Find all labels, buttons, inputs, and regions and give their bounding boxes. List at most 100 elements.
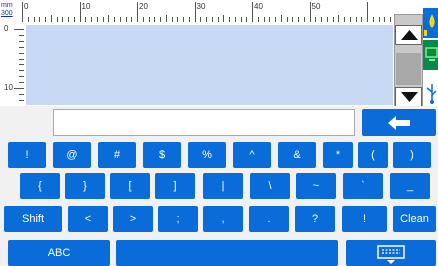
symbol-key[interactable]: _: [390, 173, 430, 199]
left-ruler-tick: [14, 29, 24, 30]
left-ruler-tick: [19, 34, 24, 36]
symbol-key[interactable]: ^: [233, 142, 271, 168]
ruler-tick: [206, 17, 207, 22]
symbol-key[interactable]: \: [250, 173, 290, 199]
key-label: $: [158, 149, 166, 161]
abc-key-label: ABC: [47, 247, 71, 259]
key-label: ;: [176, 213, 180, 225]
ruler-tick: [171, 17, 173, 22]
ruler-unit-mm: mm: [1, 2, 13, 9]
symbol-key[interactable]: `: [343, 173, 383, 199]
print-editor-area[interactable]: [26, 25, 393, 105]
left-ruler-tick: [19, 58, 24, 60]
key-label: ,: [221, 213, 225, 225]
key-label: {: [38, 180, 42, 192]
ruler-tick: [211, 17, 213, 22]
symbol-key[interactable]: ?: [295, 206, 335, 232]
key-label: (: [371, 149, 375, 161]
ruler-tick: [45, 17, 46, 22]
space-key[interactable]: [116, 240, 338, 266]
ruler-tick: [165, 15, 167, 22]
usb-button[interactable]: [423, 80, 438, 106]
scroll-thumb[interactable]: [396, 53, 421, 85]
ruler-tick: [194, 2, 196, 22]
key-label: !: [362, 213, 367, 225]
monitor-button[interactable]: [423, 40, 438, 70]
ruler-tick: [85, 17, 87, 22]
symbol-key[interactable]: ,: [203, 206, 243, 232]
symbol-key[interactable]: #: [98, 142, 136, 168]
backspace-arrow-icon: [388, 115, 410, 130]
symbol-key[interactable]: ): [393, 142, 431, 168]
symbol-key[interactable]: %: [188, 142, 226, 168]
key-label: %: [202, 149, 212, 161]
ruler-tick: [131, 17, 133, 22]
ruler-tick: [79, 2, 81, 22]
vertical-scrollbar[interactable]: [394, 14, 423, 107]
symbol-key[interactable]: *: [323, 142, 353, 168]
ruler-tick: [269, 17, 271, 22]
triangle-up-icon: [401, 30, 418, 40]
symbol-key[interactable]: .: [249, 206, 289, 232]
symbol-key[interactable]: [: [110, 173, 150, 199]
scroll-down-button[interactable]: [395, 87, 422, 107]
symbol-key[interactable]: >: [113, 206, 153, 232]
ink-level-button[interactable]: [423, 8, 438, 38]
keyboard-toggle-key[interactable]: [346, 240, 436, 266]
left-ruler-tick: [19, 70, 24, 72]
ruler-tick-label: 20: [139, 2, 148, 11]
key-label: <: [84, 213, 92, 225]
symbol-key[interactable]: <: [68, 206, 108, 232]
key-label: ?: [311, 213, 319, 225]
symbol-key[interactable]: !: [342, 206, 387, 232]
ruler-tick: [275, 17, 276, 22]
ruler-tick: [361, 17, 363, 22]
ruler-tick-label: 10: [81, 2, 91, 11]
symbol-key[interactable]: &: [278, 142, 316, 168]
ruler-tick: [372, 17, 374, 22]
symbol-key[interactable]: ~: [296, 173, 336, 199]
ruler-unit-300: 300: [1, 10, 13, 17]
symbol-key[interactable]: (: [358, 142, 388, 168]
ruler-tick-label: 40: [254, 2, 263, 11]
key-label: \: [268, 180, 272, 192]
symbol-key[interactable]: }: [65, 173, 105, 199]
triangle-down-icon: [401, 92, 418, 102]
key-label: #: [113, 149, 121, 161]
key-label: Shift: [21, 213, 44, 225]
ruler-tick: [183, 17, 184, 22]
ruler-tick: [33, 17, 35, 22]
key-label: @: [66, 149, 78, 161]
scroll-up-button[interactable]: [395, 25, 422, 45]
ruler-tick: [68, 17, 69, 22]
ruler-tick: [102, 17, 104, 22]
ruler-tick: [390, 17, 391, 22]
ruler-tick: [263, 17, 265, 22]
keyboard-text-input[interactable]: [53, 109, 355, 136]
key-label: ^: [249, 149, 255, 161]
ruler-tick: [384, 17, 386, 22]
clean-key[interactable]: Clean: [393, 206, 436, 232]
symbol-key[interactable]: |: [203, 173, 243, 199]
backspace-key[interactable]: [362, 109, 436, 136]
symbol-key[interactable]: {: [20, 173, 60, 199]
ruler-tick: [315, 17, 317, 22]
usb-icon: [426, 84, 437, 104]
symbol-key[interactable]: $: [143, 142, 181, 168]
symbol-key[interactable]: ]: [155, 173, 195, 199]
key-label: ]: [173, 180, 177, 192]
ruler-tick: [27, 17, 29, 22]
key-label: .: [267, 213, 271, 225]
abc-key[interactable]: ABC: [8, 240, 110, 266]
key-label: `: [361, 180, 365, 192]
ruler-tick: [280, 15, 282, 22]
monitor-icon: [425, 47, 438, 61]
ruler-tick: [223, 15, 225, 22]
symbol-key[interactable]: @: [53, 142, 91, 168]
shift-key[interactable]: Shift: [4, 206, 62, 232]
symbol-key[interactable]: !: [8, 142, 46, 168]
symbol-key[interactable]: ;: [158, 206, 198, 232]
ruler-tick: [257, 17, 259, 22]
ruler-tick: [154, 17, 156, 22]
left-ruler-tick: [19, 99, 24, 101]
